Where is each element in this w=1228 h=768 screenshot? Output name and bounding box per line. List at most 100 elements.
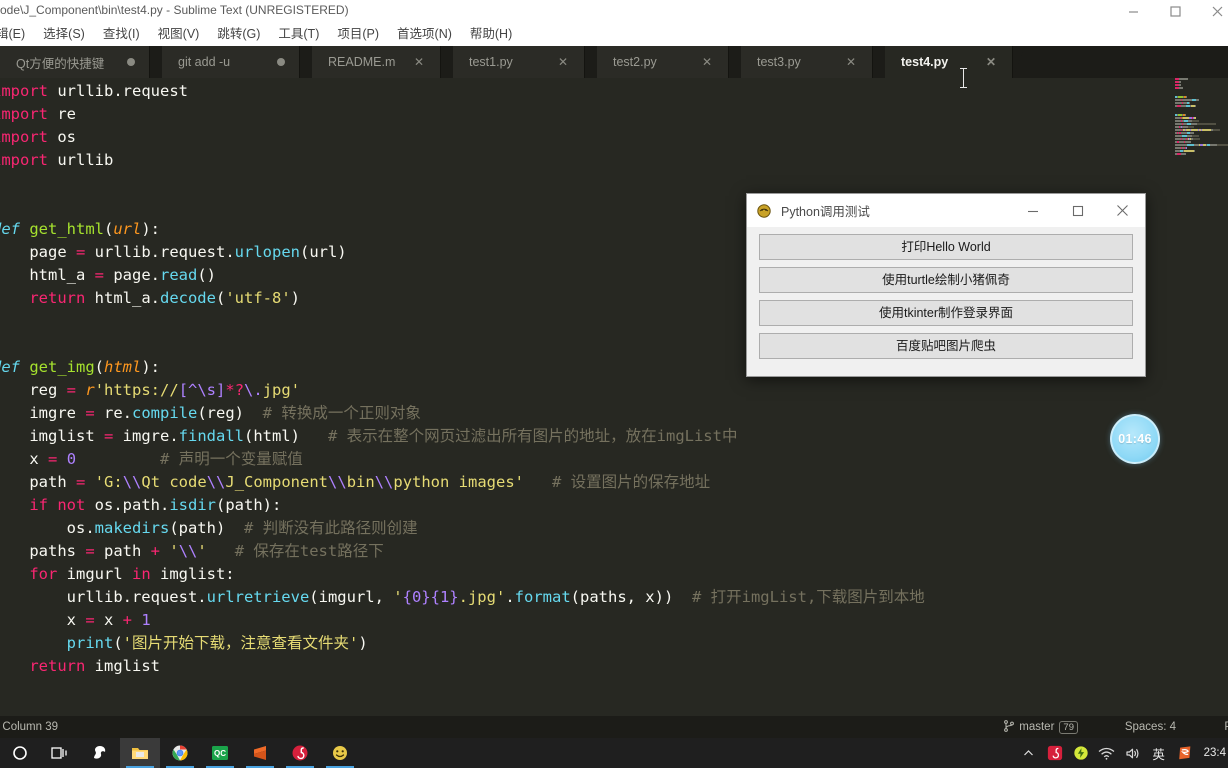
syntax-status[interactable]: P <box>1224 721 1228 733</box>
code-token: [^\s] <box>178 381 226 399</box>
tab-readme-md[interactable]: README.md ✕ <box>312 46 441 78</box>
dialog-button-3[interactable]: 百度贴吧图片爬虫 <box>759 333 1133 359</box>
tab-label: README.md <box>328 55 396 69</box>
chevron-up-icon[interactable] <box>1016 738 1042 768</box>
tab-modified-indicator[interactable] <box>277 58 285 66</box>
tab-test1-py[interactable]: test1.py ✕ <box>453 46 585 78</box>
tab-label: git add -u <box>178 55 231 69</box>
code-token: # 表示在整个网页过滤出所有图片的地址，放在imgList中 <box>327 427 738 445</box>
git-branch-status[interactable]: master 79 <box>1004 719 1078 735</box>
sublime-text-icon[interactable] <box>240 738 280 768</box>
netease-music-icon[interactable] <box>280 738 320 768</box>
menu-item-7[interactable]: 首选项(N) <box>388 22 461 46</box>
code-editor[interactable]: import urllib.requestimport reimport osi… <box>0 78 1228 716</box>
maximize-icon[interactable] <box>1154 0 1196 22</box>
tab-separator <box>585 46 597 78</box>
dialog-close-icon[interactable] <box>1100 194 1145 227</box>
code-token: urllib.request. <box>85 243 235 261</box>
tab-separator <box>300 46 312 78</box>
dialog-button-1[interactable]: 使用turtle绘制小猪佩奇 <box>759 267 1133 293</box>
tab-test3-py[interactable]: test3.py ✕ <box>741 46 873 78</box>
minimize-icon[interactable] <box>1112 0 1154 22</box>
task-view-icon[interactable] <box>40 738 80 768</box>
sublime-merge-icon[interactable] <box>80 738 120 768</box>
code-token: # 打开imgList,下载图片到本地 <box>691 588 925 606</box>
code-token: html_a <box>0 266 95 284</box>
code-token: re <box>48 105 76 123</box>
wifi-icon[interactable] <box>1094 738 1120 768</box>
menu-item-3[interactable]: 视图(V) <box>149 22 209 46</box>
sogou-ime-icon[interactable] <box>1172 738 1198 768</box>
dialog-button-0[interactable]: 打印Hello World <box>759 234 1133 260</box>
menu-item-0[interactable]: 辑(E) <box>0 22 34 46</box>
code-token: # 保存在test路径下 <box>234 542 384 560</box>
menu-item-4[interactable]: 跳转(G) <box>208 22 269 46</box>
tab-close-icon[interactable]: ✕ <box>700 55 714 69</box>
tab-modified-indicator[interactable] <box>127 58 135 66</box>
code-token: # 判断没有此路径则创建 <box>243 519 418 537</box>
code-token: import <box>0 128 48 146</box>
dialog-title: Python调用测试 <box>781 205 870 219</box>
minimap-line <box>1175 114 1228 116</box>
tab-close-icon[interactable]: ✕ <box>556 55 570 69</box>
minimap-token <box>1189 102 1190 104</box>
ime-chinese-icon[interactable]: 英 <box>1146 738 1172 768</box>
emoji-app-icon[interactable] <box>320 738 360 768</box>
close-icon[interactable] <box>1196 0 1228 22</box>
netease-music-tray-icon[interactable] <box>1042 738 1068 768</box>
dialog-title-bar: Python调用测试 <box>747 194 1145 227</box>
dialog-minimize-icon[interactable] <box>1010 194 1055 227</box>
tab-git-add-u[interactable]: git add -u <box>162 46 300 78</box>
tab-close-icon[interactable]: ✕ <box>412 55 426 69</box>
python-test-dialog: Python调用测试 打印Hello World 使用turtle绘制小猪佩奇 使用… <box>746 193 1146 377</box>
minimap-token <box>1179 87 1183 89</box>
menu-item-1[interactable]: 选择(S) <box>34 22 94 46</box>
minimap-token <box>1192 135 1199 137</box>
volume-icon[interactable] <box>1120 738 1146 768</box>
tab-close-icon[interactable]: ✕ <box>844 55 858 69</box>
code-token: ) <box>290 289 300 307</box>
tab-test2-py[interactable]: test2.py ✕ <box>597 46 729 78</box>
dialog-maximize-icon[interactable] <box>1055 194 1100 227</box>
tab-close-icon[interactable]: ✕ <box>984 55 998 69</box>
code-token: ' <box>197 542 207 560</box>
chrome-icon[interactable] <box>160 738 200 768</box>
code-line: if not os.path.isdir(path): <box>0 494 925 517</box>
tab-qt-[interactable]: Qt方便的快捷键 <box>0 46 150 78</box>
code-token: \. <box>244 381 263 399</box>
minimap-token <box>1191 129 1198 131</box>
code-line: paths = path + '\\' # 保存在test路径下 <box>0 540 925 563</box>
minimap-token <box>1188 126 1194 128</box>
code-token: os.path. <box>85 496 170 514</box>
menu-item-2[interactable]: 查找(I) <box>94 22 149 46</box>
code-token: return <box>29 657 86 675</box>
start-cortana-icon[interactable] <box>0 738 40 768</box>
code-line: print('图片开始下载，注意查看文件夹') <box>0 632 925 655</box>
menu-item-8[interactable]: 帮助(H) <box>461 22 521 46</box>
code-token: x <box>94 611 123 629</box>
code-token: compile <box>132 404 198 422</box>
code-token: *? <box>225 381 245 399</box>
code-token: paths <box>0 542 86 560</box>
minimap-token <box>1190 132 1194 134</box>
menu-item-6[interactable]: 项目(P) <box>328 22 388 46</box>
menu-item-5[interactable]: 工具(T) <box>269 22 328 46</box>
indentation-status[interactable]: Spaces: 4 <box>1125 721 1176 733</box>
status-bar: , Column 39 master 79 Spaces: 4 P <box>0 716 1228 738</box>
code-token: ( <box>113 634 123 652</box>
taskbar-clock[interactable]: 23:4 <box>1198 747 1228 759</box>
minimap-token <box>1213 129 1220 131</box>
dialog-button-2[interactable]: 使用tkinter制作登录界面 <box>759 300 1133 326</box>
file-explorer-icon[interactable] <box>120 738 160 768</box>
tab-test4-py[interactable]: test4.py ✕ <box>885 46 1013 78</box>
recording-timer-bubble[interactable]: 01:46 <box>1110 414 1160 464</box>
thunder-tray-icon[interactable] <box>1068 738 1094 768</box>
minimap-token <box>1175 123 1182 125</box>
code-line: import urllib.request <box>0 80 925 103</box>
qq-browser-icon[interactable]: QC <box>200 738 240 768</box>
minimap[interactable] <box>1175 78 1228 716</box>
